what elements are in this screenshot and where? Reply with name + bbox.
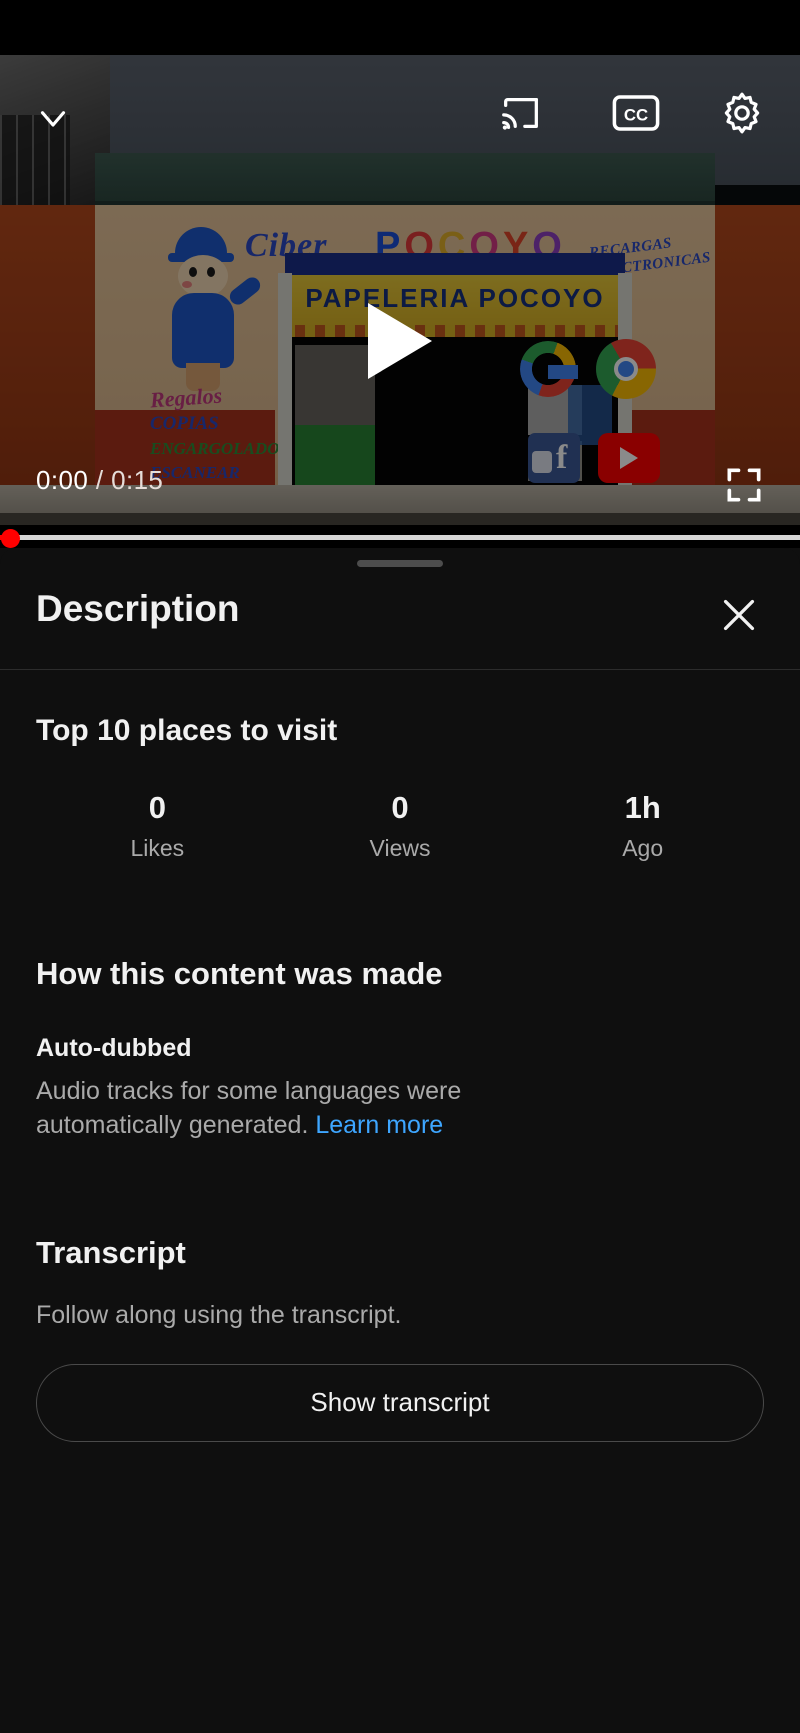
sheet-body: Top 10 places to visit 0 Likes 0 Views 1…: [0, 714, 800, 1442]
closed-captions-icon[interactable]: CC: [612, 92, 660, 134]
player-controls-overlay: CC 0:00 / 0:15: [0, 55, 800, 525]
stat-label: Views: [369, 835, 431, 861]
youtube-player-screen: Ciber POCOYO RECARGAS ELECTRONICAS Regalo…: [0, 0, 800, 1733]
chevron-down-icon[interactable]: [32, 97, 74, 139]
close-icon[interactable]: [716, 592, 762, 638]
video-stats: 0 Likes 0 Views 1h Ago: [36, 790, 764, 862]
content-made-heading: How this content was made: [36, 956, 443, 991]
page-title: Description: [36, 588, 240, 629]
stat-label: Likes: [130, 835, 185, 861]
sheet-header: Description: [0, 548, 800, 670]
transcript-heading: Transcript: [36, 1234, 186, 1270]
letterbox-top-bar: [0, 0, 800, 55]
stat-label: Ago: [622, 835, 664, 861]
stat-views: 0 Views: [279, 790, 522, 862]
stat-value: 0: [148, 790, 166, 825]
fullscreen-icon[interactable]: [722, 463, 766, 507]
stat-value: 0: [391, 790, 409, 825]
svg-text:CC: CC: [624, 105, 648, 124]
progress-scrubber[interactable]: [1, 529, 20, 548]
auto-dubbed-description: Audio tracks for some languages were aut…: [36, 1075, 596, 1143]
current-time: 0:00: [36, 465, 89, 495]
time-display: 0:00 / 0:15: [36, 465, 163, 496]
gear-icon[interactable]: [718, 89, 766, 137]
show-transcript-button[interactable]: Show transcript: [36, 1363, 764, 1442]
total-time: 0:15: [111, 465, 164, 495]
cast-icon[interactable]: [498, 90, 544, 136]
stat-value: 1h: [624, 790, 661, 825]
transcript-description: Follow along using the transcript.: [36, 1300, 402, 1329]
auto-dubbed-label: Auto-dubbed: [36, 1034, 192, 1062]
description-sheet: Description Top 10 places to visit 0 Lik…: [0, 548, 800, 1733]
stat-likes: 0 Likes: [36, 790, 279, 862]
progress-bar[interactable]: [0, 529, 800, 548]
learn-more-link[interactable]: Learn more: [315, 1111, 443, 1139]
play-icon[interactable]: [368, 303, 432, 379]
video-title: Top 10 places to visit: [36, 714, 338, 747]
stat-age: 1h Ago: [521, 790, 764, 862]
time-separator: /: [95, 465, 104, 495]
progress-track[interactable]: [0, 535, 800, 540]
video-player[interactable]: Ciber POCOYO RECARGAS ELECTRONICAS Regalo…: [0, 0, 800, 548]
